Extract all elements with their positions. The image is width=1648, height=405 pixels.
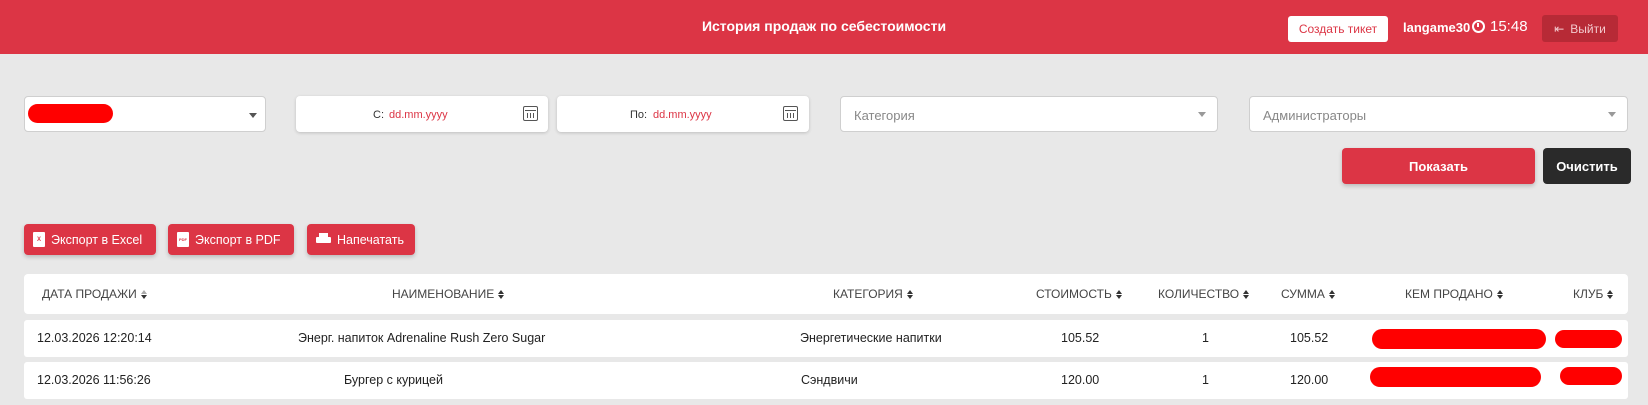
chevron-down-icon	[249, 113, 257, 118]
administrators-placeholder: Администраторы	[1263, 108, 1367, 123]
column-header-label: СТОИМОСТЬ	[1036, 287, 1112, 301]
redacted-sold-by	[1372, 329, 1546, 349]
chevron-down-icon	[1198, 112, 1206, 117]
column-header-club[interactable]: КЛУБ	[1573, 287, 1614, 301]
redacted-sold-by	[1370, 367, 1541, 387]
category-placeholder: Категория	[854, 108, 915, 123]
chevron-down-icon	[1608, 112, 1616, 117]
column-header-name[interactable]: НАИМЕНОВАНИЕ	[392, 287, 505, 301]
column-header-category[interactable]: КАТЕГОРИЯ	[833, 287, 913, 301]
sort-icon	[498, 289, 505, 299]
logout-button[interactable]: ⇤ Выйти	[1542, 15, 1618, 42]
cell-category: Энергетические напитки	[800, 331, 942, 345]
category-select[interactable]: Категория	[840, 96, 1218, 132]
clock-icon	[1472, 20, 1485, 33]
cell-category: Сэндвичи	[801, 373, 858, 387]
top-bar: История продаж по себестоимости Создать …	[0, 0, 1648, 54]
sort-icon	[1243, 289, 1250, 299]
clock: 15:48	[1472, 18, 1528, 35]
column-header-date[interactable]: ДАТА ПРОДАЖИ	[42, 287, 147, 301]
column-header-label: КЕМ ПРОДАНО	[1405, 287, 1493, 301]
logout-icon: ⇤	[1554, 21, 1565, 36]
calendar-icon[interactable]	[523, 106, 538, 121]
cell-sum: 120.00	[1290, 373, 1329, 387]
cell-date: 12.03.2026 11:56:26	[37, 373, 151, 387]
sort-icon	[1328, 289, 1335, 299]
cell-quantity: 1	[1202, 373, 1209, 387]
date-to-field[interactable]: По: dd.mm.yyyy	[557, 96, 809, 132]
redacted-club	[1555, 330, 1622, 348]
print-button[interactable]: Напечатать	[307, 224, 415, 255]
redacted-club	[1560, 367, 1622, 385]
date-to-label: По:	[630, 109, 648, 121]
sort-icon	[140, 289, 147, 299]
export-excel-button[interactable]: X Экспорт в Excel	[24, 224, 156, 255]
cell-quantity: 1	[1202, 331, 1209, 345]
calendar-icon[interactable]	[783, 106, 798, 121]
cell-cost: 120.00	[1061, 373, 1100, 387]
date-from-label: С:	[373, 109, 384, 121]
clock-time: 15:48	[1490, 18, 1528, 35]
logout-label: Выйти	[1570, 21, 1606, 36]
export-pdf-button[interactable]: PDF Экспорт в PDF	[168, 224, 294, 255]
clear-button[interactable]: Очистить	[1543, 148, 1631, 184]
sort-icon	[1115, 289, 1122, 299]
cell-name: Энерг. напиток Adrenaline Rush Zero Suga…	[298, 331, 546, 345]
cell-name: Бургер с курицей	[344, 373, 443, 387]
date-from-value: dd.mm.yyyy	[389, 109, 448, 121]
date-from-field[interactable]: С: dd.mm.yyyy	[296, 96, 548, 132]
sort-icon	[1607, 289, 1614, 299]
administrators-select[interactable]: Администраторы	[1249, 96, 1628, 132]
printer-icon	[316, 233, 331, 246]
column-header-label: НАИМЕНОВАНИЕ	[392, 287, 495, 301]
table-header: ДАТА ПРОДАЖИ НАИМЕНОВАНИЕ КАТЕГОРИЯ СТОИ…	[24, 274, 1628, 314]
redacted-club-name	[28, 104, 113, 123]
export-excel-label: Экспорт в Excel	[51, 232, 143, 247]
column-header-label: КОЛИЧЕСТВО	[1158, 287, 1240, 301]
date-to-value: dd.mm.yyyy	[653, 109, 712, 121]
column-header-quantity[interactable]: КОЛИЧЕСТВО	[1158, 287, 1250, 301]
cell-date: 12.03.2026 12:20:14	[37, 331, 152, 345]
print-label: Напечатать	[337, 232, 404, 247]
cell-cost: 105.52	[1061, 331, 1100, 345]
username: langame30	[1403, 20, 1471, 35]
create-ticket-button[interactable]: Создать тикет	[1288, 16, 1388, 42]
cell-sum: 105.52	[1290, 331, 1329, 345]
excel-file-icon: X	[33, 232, 45, 247]
column-header-cost[interactable]: СТОИМОСТЬ	[1036, 287, 1122, 301]
club-select[interactable]	[24, 96, 266, 132]
table-row: 12.03.2026 12:20:14 Энерг. напиток Adren…	[24, 320, 1628, 357]
pdf-file-icon: PDF	[177, 232, 189, 247]
export-pdf-label: Экспорт в PDF	[195, 232, 281, 247]
show-button[interactable]: Показать	[1342, 148, 1535, 184]
column-header-sum[interactable]: СУММА	[1281, 287, 1335, 301]
sort-icon	[1496, 289, 1503, 299]
column-header-label: КАТЕГОРИЯ	[833, 287, 903, 301]
sort-icon	[906, 289, 913, 299]
column-header-label: ДАТА ПРОДАЖИ	[42, 287, 137, 301]
column-header-sold-by[interactable]: КЕМ ПРОДАНО	[1405, 287, 1503, 301]
page-title: История продаж по себестоимости	[701, 18, 947, 34]
column-header-label: СУММА	[1281, 287, 1325, 301]
column-header-label: КЛУБ	[1573, 287, 1604, 301]
table-row: 12.03.2026 11:56:26 Бургер с курицей Сэн…	[24, 362, 1628, 399]
